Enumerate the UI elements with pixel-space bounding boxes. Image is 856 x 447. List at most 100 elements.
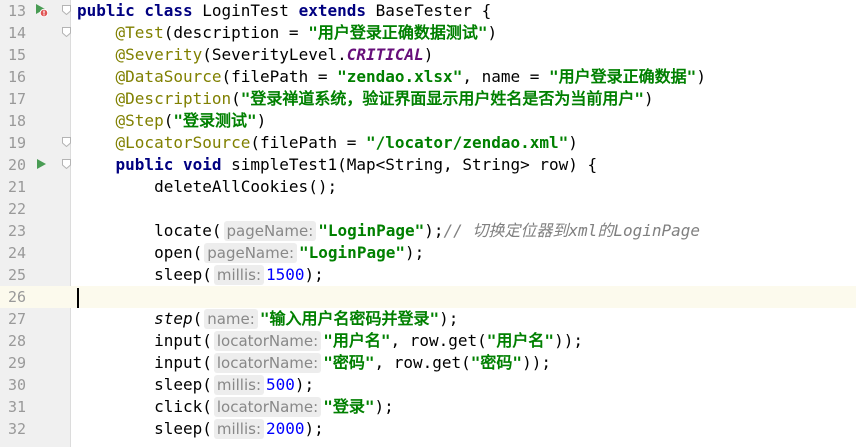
line-number: 19 (7, 134, 26, 152)
line-number: 24 (7, 244, 26, 262)
code-line[interactable]: 16 @DataSource(filePath = "zendao.xlsx",… (0, 66, 856, 88)
run-test-class-icon[interactable] (34, 3, 48, 17)
line-number: 14 (7, 24, 26, 42)
keyword-token: public void (115, 155, 232, 174)
code-token: input( (77, 331, 212, 350)
code-text[interactable]: @Severity(SeverityLevel.CRITICAL) (77, 44, 434, 66)
line-number: 22 (7, 200, 26, 218)
code-token: click( (77, 397, 212, 416)
code-token: BaseTester { (375, 1, 492, 20)
code-text[interactable]: open(pageName: "LoginPage"); (77, 242, 424, 264)
code-text[interactable]: @Test(description = "用户登录正确数据测试") (77, 22, 498, 44)
number-literal: 2000 (266, 419, 305, 438)
code-line[interactable]: 19 @LocatorSource(filePath = "/locator/z… (0, 132, 856, 154)
number-literal: 500 (266, 375, 295, 394)
code-text[interactable]: input(locatorName: "用户名", row.get("用户名"))… (77, 330, 583, 352)
line-number: 27 (7, 310, 26, 328)
run-test-icon[interactable] (34, 157, 48, 171)
code-token: ) (696, 67, 706, 86)
code-token: sleep( (77, 419, 212, 438)
parameter-hint: locatorName: (213, 397, 322, 417)
code-line[interactable]: 17 @Description("登录禅道系统，验证界面显示用户姓名是否为当前用… (0, 88, 856, 110)
parameter-hint: locatorName: (213, 353, 322, 373)
text-caret (77, 288, 79, 308)
code-token: ); (404, 243, 425, 262)
code-text[interactable]: sleep(millis: 500); (77, 374, 314, 396)
code-token: , row.get( (374, 353, 471, 372)
fold-marker-icon[interactable] (62, 159, 71, 169)
line-number: 20 (7, 156, 26, 174)
fold-marker-icon[interactable] (62, 137, 71, 147)
code-line[interactable]: 18 @Step("登录测试") (0, 110, 856, 132)
code-text[interactable]: @Description("登录禅道系统，验证界面显示用户姓名是否为当前用户") (77, 88, 654, 110)
code-token: ); (304, 419, 324, 438)
code-text[interactable]: sleep(millis: 1500); (77, 264, 324, 286)
code-token: ) (423, 45, 434, 64)
code-line[interactable]: 29 input(locatorName: "密码", row.get("密码")… (0, 352, 856, 374)
code-line[interactable]: 31 click(locatorName: "登录"); (0, 396, 856, 418)
enum-constant: CRITICAL (346, 45, 424, 64)
code-line-current[interactable]: 26 (0, 286, 856, 308)
code-token: ) (644, 89, 654, 108)
code-text[interactable]: step(name: "输入用户名密码并登录"); (77, 308, 458, 330)
line-number: 32 (7, 420, 26, 438)
number-literal: 1500 (266, 265, 305, 284)
annotation-token: @Step (115, 111, 164, 130)
string-literal: "用户登录正确数据测试" (308, 23, 488, 42)
code-text[interactable]: click(locatorName: "登录"); (77, 396, 394, 418)
code-editor[interactable]: 13 public class LoginTest extends BaseTes… (0, 0, 856, 447)
fold-marker-icon[interactable] (62, 27, 71, 37)
code-text[interactable]: public void simpleTest1(Map<String, Stri… (77, 154, 598, 176)
code-token: simpleTest1(Map<String, String> row) { (231, 155, 598, 174)
code-token: ); (304, 265, 324, 284)
code-token: ); (439, 309, 459, 328)
code-line[interactable]: 15 @Severity(SeverityLevel.CRITICAL) (0, 44, 856, 66)
annotation-token: @Severity (115, 45, 203, 64)
line-number: 16 (7, 68, 26, 86)
code-line[interactable]: 20 public void simpleTest1(Map<String, S… (0, 154, 856, 176)
line-number: 28 (7, 332, 26, 350)
code-token: ( (192, 309, 203, 328)
code-text[interactable]: @DataSource(filePath = "zendao.xlsx", na… (77, 66, 706, 88)
line-number: 17 (7, 90, 26, 108)
code-token: (description = (163, 23, 309, 42)
code-token: ); (424, 221, 444, 240)
code-line[interactable]: 22 (0, 198, 856, 220)
code-token: , name = (462, 67, 550, 86)
code-line[interactable]: 13 public class LoginTest extends BaseTes… (0, 0, 856, 22)
code-line[interactable]: 23 locate(pageName: "LoginPage");// 切换定位器… (0, 220, 856, 242)
code-line[interactable]: 30 sleep(millis: 500); (0, 374, 856, 396)
code-line[interactable]: 27 step(name: "输入用户名密码并登录"); (0, 308, 856, 330)
code-line[interactable]: 25 sleep(millis: 1500); (0, 264, 856, 286)
code-token: ) (487, 23, 498, 42)
code-text[interactable]: @Step("登录测试") (77, 110, 267, 132)
code-line[interactable]: 32 sleep(millis: 2000); (0, 418, 856, 440)
code-token: ); (294, 375, 315, 394)
code-text[interactable]: @LocatorSource(filePath = "/locator/zend… (77, 132, 578, 154)
code-text[interactable]: deleteAllCookies(); (77, 176, 337, 198)
comment-text: // 切换定位器到xml的LoginPage (443, 221, 701, 240)
code-text[interactable]: input(locatorName: "密码", row.get("密码")); (77, 352, 551, 374)
string-literal: "用户登录正确数据" (549, 67, 697, 86)
code-line[interactable]: 24 open(pageName: "LoginPage"); (0, 242, 856, 264)
code-line[interactable]: 14 @Test(description = "用户登录正确数据测试") (0, 22, 856, 44)
line-number: 26 (7, 288, 26, 306)
code-text[interactable]: locate(pageName: "LoginPage");// 切换定位器到xm… (77, 220, 700, 242)
code-line[interactable]: 28 input(locatorName: "用户名", row.get("用户名… (0, 330, 856, 352)
code-text[interactable]: sleep(millis: 2000); (77, 418, 324, 440)
code-token: )); (522, 353, 551, 372)
method-call-italic: step (154, 309, 193, 328)
code-text[interactable]: public class LoginTest extends BaseTeste… (77, 0, 491, 22)
code-token: sleep( (77, 265, 212, 284)
code-token: ) (568, 133, 578, 152)
fold-marker-icon[interactable] (62, 5, 71, 15)
annotation-token: @Description (115, 89, 232, 108)
line-number: 21 (7, 178, 26, 196)
line-number: 15 (7, 46, 26, 64)
code-line[interactable]: 21 deleteAllCookies(); (0, 176, 856, 198)
